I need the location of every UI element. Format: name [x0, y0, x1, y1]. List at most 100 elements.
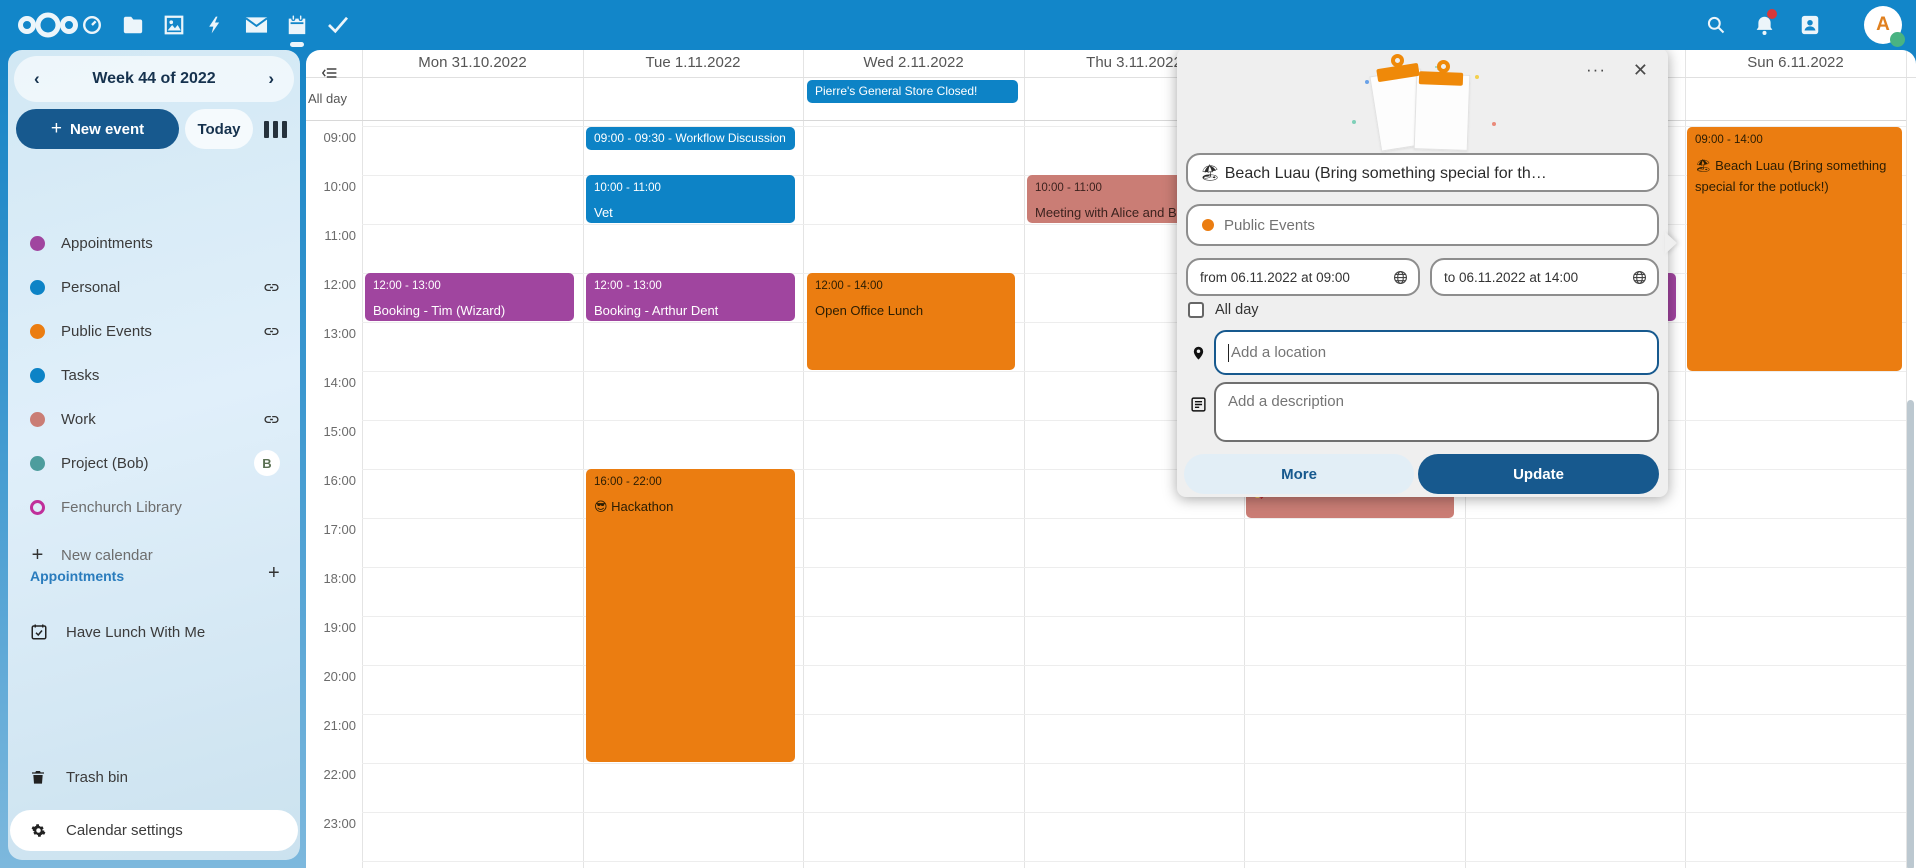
calendar-settings-button[interactable]: Calendar settings: [10, 810, 298, 851]
time-label: 17:00: [306, 522, 356, 537]
description-input[interactable]: Add a description: [1214, 382, 1659, 442]
event-booking-arthur-dent[interactable]: 12:00 - 13:00 Booking - Arthur Dent: [586, 273, 795, 321]
sidebar-calendar-personal[interactable]: Personal: [20, 270, 292, 304]
hour-line: [362, 224, 1906, 225]
week-view-toggle-icon[interactable]: [264, 121, 294, 138]
time-label: 15:00: [306, 424, 356, 439]
sidebar-calendar-project-bob[interactable]: Project (Bob) B: [20, 446, 292, 480]
grid-line: [362, 50, 363, 868]
time-label: 23:00: [306, 816, 356, 831]
event-pierres-general-store-closed[interactable]: Pierre's General Store Closed!: [807, 80, 1018, 103]
today-button[interactable]: Today: [185, 109, 253, 149]
previous-week-button[interactable]: ‹: [30, 69, 44, 89]
timezone-globe-icon[interactable]: [1393, 270, 1408, 285]
new-calendar-button[interactable]: + New calendar: [20, 538, 292, 572]
trash-bin-item[interactable]: Trash bin: [20, 759, 292, 795]
top-bar: A: [0, 0, 1916, 50]
end-datetime-picker[interactable]: to 06.11.2022 at 14:00: [1430, 258, 1659, 296]
files-icon[interactable]: [113, 0, 153, 50]
update-button[interactable]: Update: [1418, 454, 1659, 494]
vertical-scrollbar[interactable]: [1907, 400, 1914, 868]
appointment-have-lunch-with-me[interactable]: Have Lunch With Me: [20, 614, 292, 650]
event-beach-luau[interactable]: 09:00 - 14:00 🏖 Beach Luau (Bring someth…: [1687, 127, 1902, 371]
calendar-app-icon[interactable]: [277, 0, 317, 50]
activity-icon[interactable]: [195, 0, 235, 50]
sidebar-calendar-fenchurch-library[interactable]: Fenchurch Library: [20, 490, 292, 524]
week-navigation: ‹ Week 44 of 2022 ›: [14, 56, 294, 102]
new-event-button[interactable]: +New event: [16, 109, 179, 149]
week-label: Week 44 of 2022: [92, 70, 215, 88]
location-input[interactable]: Add a location: [1214, 330, 1659, 375]
calendar-picker[interactable]: Public Events: [1186, 204, 1659, 246]
time-label: 11:00: [306, 228, 356, 243]
day-header-sun[interactable]: Sun 6.11.2022: [1685, 54, 1906, 74]
online-status-dot: [1890, 32, 1905, 47]
notifications-bell-icon[interactable]: [1744, 0, 1784, 50]
hour-line: [362, 420, 1906, 421]
day-header-mon[interactable]: Mon 31.10.2022: [362, 54, 583, 74]
sidebar-calendar-tasks[interactable]: Tasks: [20, 358, 292, 392]
time-label: 19:00: [306, 620, 356, 635]
event-hackathon[interactable]: 16:00 - 22:00 😎 Hackathon: [586, 469, 795, 762]
day-header-tue[interactable]: Tue 1.11.2022: [583, 54, 803, 74]
sidebar-calendar-public-events[interactable]: Public Events: [20, 314, 292, 348]
start-datetime-picker[interactable]: from 06.11.2022 at 09:00: [1186, 258, 1420, 296]
trash-icon: [30, 768, 48, 786]
collapse-all-day-icon[interactable]: [322, 66, 338, 84]
contacts-icon[interactable]: [1790, 0, 1830, 50]
plus-icon: +: [30, 544, 45, 567]
hour-line: [362, 861, 1906, 862]
add-appointment-config-button[interactable]: +: [268, 562, 280, 585]
location-pin-icon: [1191, 344, 1206, 367]
event-open-office-lunch[interactable]: 12:00 - 14:00 Open Office Lunch: [807, 273, 1015, 370]
grid-line: [1024, 50, 1025, 868]
tasks-icon[interactable]: [318, 0, 358, 50]
notification-badge: [1767, 9, 1777, 19]
shared-link-icon: [263, 411, 280, 428]
calendar-color-dot: [30, 280, 45, 295]
photos-icon[interactable]: [154, 0, 194, 50]
time-label: 21:00: [306, 718, 356, 733]
hour-line: [362, 371, 1906, 372]
event-vet[interactable]: 10:00 - 11:00 Vet: [586, 175, 795, 223]
calendar-color-dot: [30, 324, 45, 339]
time-label: 22:00: [306, 767, 356, 782]
time-label: 14:00: [306, 375, 356, 390]
avatar-letter: A: [1876, 14, 1890, 36]
search-icon[interactable]: [1696, 0, 1736, 50]
day-header-wed[interactable]: Wed 2.11.2022: [803, 54, 1024, 74]
time-label: 10:00: [306, 179, 356, 194]
active-app-indicator: [290, 42, 304, 47]
event-workflow-discussion[interactable]: 09:00 - 09:30 - Workflow Discussion: [586, 127, 795, 150]
sidebar-calendar-appointments[interactable]: Appointments: [20, 226, 292, 260]
timezone-globe-icon[interactable]: [1632, 270, 1647, 285]
all-day-checkbox-label: All day: [1215, 302, 1259, 318]
next-week-button[interactable]: ›: [264, 69, 278, 89]
close-icon[interactable]: ✕: [1633, 60, 1648, 81]
time-label: 18:00: [306, 571, 356, 586]
appointments-heading: Appointments: [30, 568, 124, 584]
mail-icon[interactable]: [236, 0, 276, 50]
shared-link-icon: [263, 323, 280, 340]
calendar-check-icon: [30, 623, 48, 641]
gear-icon: [30, 822, 48, 839]
text-caret: [1228, 344, 1229, 362]
calendar-color-ring: [30, 500, 45, 515]
actions-menu-button[interactable]: ···: [1586, 60, 1606, 80]
nextcloud-logo-icon[interactable]: [16, 0, 80, 50]
time-label: 12:00: [306, 277, 356, 292]
popover-arrow: [1665, 232, 1677, 254]
time-label: 16:00: [306, 473, 356, 488]
sidebar-calendar-work[interactable]: Work: [20, 402, 292, 436]
hour-line: [362, 812, 1906, 813]
app-sidebar: ‹ Week 44 of 2022 › +New event Today App…: [8, 50, 300, 860]
avatar[interactable]: A: [1864, 6, 1902, 44]
event-booking-tim-wizard[interactable]: 12:00 - 13:00 Booking - Tim (Wizard): [365, 273, 574, 321]
hour-line: [362, 763, 1906, 764]
calendar-app: A ‹ Week 44 of 2022 › +New event Today A…: [0, 0, 1916, 868]
dashboard-icon[interactable]: [72, 0, 112, 50]
event-title-input[interactable]: 🏖 Beach Luau (Bring something special fo…: [1186, 153, 1659, 192]
more-button[interactable]: More: [1184, 454, 1414, 494]
all-day-checkbox[interactable]: [1188, 302, 1204, 318]
description-icon: [1190, 396, 1207, 418]
